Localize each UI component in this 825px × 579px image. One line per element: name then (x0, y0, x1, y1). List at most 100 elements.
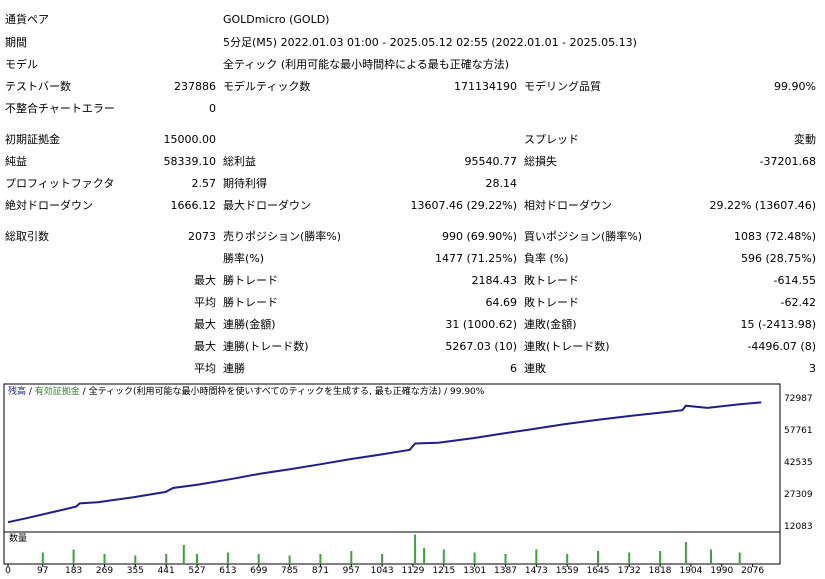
x-tick-label: 1473 (524, 566, 548, 576)
volume-bar (288, 555, 291, 563)
chart-canvas (3, 383, 781, 567)
mismatch-value: 0 (209, 102, 216, 115)
max-consec-loss-amt-value: 15 (-2413.98) (740, 318, 816, 331)
x-tick-label: 871 (311, 566, 329, 576)
period-value: 5分足(M5) 2022.01.03 01:00 - 2025.05.12 02… (223, 36, 637, 49)
long-positions-value: 1083 (72.48%) (733, 230, 816, 243)
gross-loss-value: -37201.68 (759, 155, 816, 168)
largest-loss-label: 敗トレード (524, 274, 579, 287)
legend-equity: 有効証拠金 (34, 387, 80, 397)
y-tick-label: 57761 (784, 426, 813, 436)
avg-loss-value: -62.42 (780, 296, 816, 309)
max-consec-loss-cnt-label: 連敗(トレード数) (524, 340, 610, 353)
loss-rate-value: 596 (28.75%) (740, 252, 816, 265)
max-drawdown-value: 13607.46 (29.22%) (410, 199, 517, 212)
x-tick-label: 97 (37, 566, 49, 576)
max-consec-wins-cnt-label: 連勝(トレード数) (223, 340, 309, 353)
avg-win-label: 勝トレード (223, 296, 278, 309)
max-consec-cnt-prefix: 最大 (194, 340, 216, 353)
net-profit-value: 58339.10 (163, 155, 217, 168)
symbol-label: 通貨ペア (5, 13, 49, 26)
avg-loss-label: 敗トレード (524, 296, 579, 309)
legend-separator: / (441, 387, 451, 397)
max-consec-amt-prefix: 最大 (194, 318, 216, 331)
volume-bar (684, 542, 687, 563)
legend-model: 全ティック(利用可能な最小時間枠を使いすべてのティックを生成する, 最も正確な方… (88, 387, 442, 397)
x-tick-label: 527 (188, 566, 206, 576)
volume-bar (738, 552, 741, 563)
long-positions-label: 買いポジション(勝率%) (524, 230, 643, 243)
x-tick-label: 613 (219, 566, 237, 576)
abs-drawdown-label: 絶対ドローダウン (5, 199, 93, 212)
x-tick-label: 183 (65, 566, 83, 576)
volume-bar (72, 549, 75, 563)
x-tick-label: 1732 (617, 566, 641, 576)
volume-bar (597, 551, 599, 563)
volume-bar (473, 552, 476, 563)
deposit-label: 初期証拠金 (5, 133, 60, 146)
x-tick-label: 269 (95, 566, 114, 576)
x-tick-label: 1387 (494, 566, 517, 576)
volume-bar (319, 554, 322, 563)
main-plot-frame (3, 383, 781, 533)
largest-prefix: 最大 (194, 274, 216, 287)
volume-bar (134, 555, 137, 563)
avg-consec-wins-value: 6 (510, 362, 517, 375)
avg-consec-loss-label: 連敗 (524, 362, 546, 375)
symbol-value: GOLDmicro (GOLD) (223, 13, 330, 26)
deposit-value: 15000.00 (163, 133, 217, 146)
volume-bar (196, 554, 198, 563)
loss-rate-label: 負率 (%) (524, 252, 569, 265)
volume-bar (226, 552, 229, 563)
x-tick-label: 1818 (648, 566, 672, 576)
rel-drawdown-label: 相対ドローダウン (524, 199, 612, 212)
y-tick-label: 42535 (784, 458, 813, 468)
y-tick-label: 12083 (784, 522, 813, 532)
quality-value: 99.90% (774, 80, 816, 93)
volume-bar (659, 551, 662, 563)
model-label: モデル (5, 58, 38, 71)
average-prefix: 平均 (194, 296, 216, 309)
avg-win-value: 64.69 (485, 296, 518, 309)
x-tick-label: 1215 (432, 566, 456, 576)
x-tick-label: 1990 (710, 566, 734, 576)
x-tick-label: 785 (280, 566, 299, 576)
largest-win-label: 勝トレード (223, 274, 278, 287)
expected-payoff-value: 28.14 (485, 177, 518, 190)
max-consec-loss-cnt-value: -4496.07 (8) (747, 340, 816, 353)
total-trades-value: 2073 (188, 230, 216, 243)
volume-bar (257, 554, 260, 563)
legend-quality: 99.90% (450, 387, 485, 397)
period-label: 期間 (5, 36, 27, 49)
volume-bar (381, 554, 384, 563)
legend-separator: / (79, 387, 89, 397)
volume-bar (535, 549, 538, 563)
bars-label: テストバー数 (5, 80, 71, 93)
x-tick-label: 2076 (741, 566, 765, 576)
x-tick-label: 699 (250, 566, 268, 576)
x-tick-label: 1559 (555, 566, 579, 576)
profit-factor-value: 2.57 (191, 177, 217, 190)
balance-chart: 残高 / 有効証拠金 / 全ティック(利用可能な最小時間枠を使いすべてのティック… (0, 383, 825, 576)
volume-bar (350, 551, 353, 563)
quality-label: モデリング品質 (524, 80, 601, 93)
avg-consec-wins-label: 連勝 (223, 362, 245, 375)
win-rate-value: 1477 (71.25%) (434, 252, 517, 265)
mismatch-label: 不整合チャートエラー (5, 102, 115, 115)
x-tick-label: 355 (126, 566, 144, 576)
max-consec-loss-amt-label: 連敗(金額) (524, 318, 577, 331)
max-consec-wins-amt-value: 31 (1000.62) (445, 318, 517, 331)
volume-bar (566, 554, 569, 563)
legend-balance: 残高 (8, 387, 27, 397)
volume-bar (710, 549, 712, 563)
volume-bar (442, 549, 445, 563)
avg-consec-loss-value: 3 (809, 362, 816, 375)
bars-value: 237886 (174, 80, 216, 93)
volume-bar (414, 534, 417, 563)
net-profit-label: 純益 (5, 155, 27, 168)
volume-bar (103, 554, 106, 563)
x-tick-label: 441 (157, 566, 175, 576)
short-positions-label: 売りポジション(勝率%) (223, 230, 342, 243)
report-table: 通貨ペア GOLDmicro (GOLD) 期間 5分足(M5) 2022.01… (0, 0, 825, 380)
x-tick-label: 0 (5, 566, 11, 576)
